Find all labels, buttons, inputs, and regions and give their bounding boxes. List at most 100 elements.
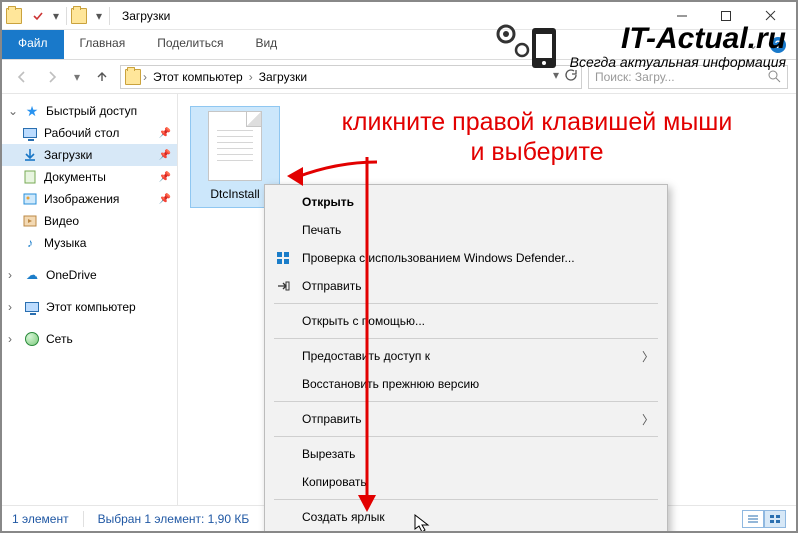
blank-icon [274, 508, 292, 526]
nav-music[interactable]: ♪ Музыка [2, 232, 177, 254]
nav-this-pc[interactable]: › Этот компьютер [2, 296, 177, 318]
cloud-icon: ☁ [24, 267, 40, 283]
ctx-copy[interactable]: Копировать [268, 468, 664, 496]
qat-dropdown-icon[interactable]: ▾ [93, 5, 105, 27]
ctx-restore-version[interactable]: Восстановить прежнюю версию [268, 370, 664, 398]
icons-view-button[interactable] [764, 510, 786, 528]
ribbon: Файл Главная Поделиться Вид ⌄ ? [2, 30, 796, 60]
nav-label: Изображения [44, 192, 119, 206]
nav-back-button[interactable] [10, 65, 34, 89]
title-bar: ▾ ▾ Загрузки [2, 2, 796, 30]
minimize-button[interactable] [660, 2, 704, 30]
file-name: DtcInstall [210, 187, 259, 201]
ribbon-tab-share[interactable]: Поделиться [141, 30, 239, 59]
ctx-send-to[interactable]: Отправить 〉 [268, 405, 664, 433]
desktop-icon [22, 125, 38, 141]
quick-access-toolbar: ▾ ▾ [6, 5, 112, 27]
ctx-open-with[interactable]: Открыть с помощью... [268, 307, 664, 335]
video-icon [22, 213, 38, 229]
nav-label: Загрузки [44, 148, 92, 162]
nav-downloads[interactable]: Загрузки 📌 [2, 144, 177, 166]
search-placeholder: Поиск: Загру... [595, 70, 768, 84]
help-icon[interactable]: ? [770, 37, 786, 53]
breadcrumb-current[interactable]: Загрузки [255, 70, 311, 84]
blank-icon [274, 221, 292, 239]
ctx-create-shortcut[interactable]: Создать ярлык [268, 503, 664, 531]
quick-access-icon: ★ [24, 103, 40, 119]
breadcrumb-root[interactable]: Этот компьютер [149, 70, 247, 84]
nav-forward-button[interactable] [40, 65, 64, 89]
chevron-right-icon[interactable]: › [8, 300, 18, 314]
downloads-icon [22, 147, 38, 163]
chevron-down-icon[interactable]: ⌄ [8, 104, 18, 118]
ctx-print[interactable]: Печать [268, 216, 664, 244]
nav-network[interactable]: › Сеть [2, 328, 177, 350]
ctx-open[interactable]: Открыть [268, 188, 664, 216]
address-bar-row: ▾ › Этот компьютер › Загрузки ▾ Поиск: З… [2, 60, 796, 94]
search-input[interactable]: Поиск: Загру... [588, 65, 788, 89]
blank-icon [274, 445, 292, 463]
nav-label: Документы [44, 170, 106, 184]
nav-label: Этот компьютер [46, 300, 136, 314]
nav-documents[interactable]: Документы 📌 [2, 166, 177, 188]
ribbon-tab-home[interactable]: Главная [64, 30, 142, 59]
separator [109, 7, 110, 25]
qat-dropdown-icon[interactable]: ▾ [50, 5, 62, 27]
ctx-defender[interactable]: Проверка с использованием Windows Defend… [268, 244, 664, 272]
separator [274, 499, 658, 500]
nav-desktop[interactable]: Рабочий стол 📌 [2, 122, 177, 144]
window-controls [660, 2, 792, 30]
pictures-icon [22, 191, 38, 207]
chevron-right-icon[interactable]: › [8, 268, 18, 282]
blank-icon [274, 410, 292, 428]
view-mode-toggle [742, 510, 786, 528]
nav-onedrive[interactable]: › ☁ OneDrive [2, 264, 177, 286]
details-view-button[interactable] [742, 510, 764, 528]
maximize-button[interactable] [704, 2, 748, 30]
nav-up-button[interactable] [90, 65, 114, 89]
refresh-icon[interactable] [563, 68, 577, 85]
blank-icon [274, 193, 292, 211]
shield-icon [274, 249, 292, 267]
separator [83, 511, 84, 527]
chevron-right-icon[interactable]: › [143, 70, 147, 84]
nav-label: Рабочий стол [44, 126, 119, 140]
location-icon [71, 8, 87, 24]
history-dropdown-icon[interactable]: ▾ [553, 68, 559, 85]
pin-icon: 📌 [159, 172, 171, 183]
ctx-cut[interactable]: Вырезать [268, 440, 664, 468]
separator [274, 436, 658, 437]
ribbon-tab-file[interactable]: Файл [2, 30, 64, 59]
downloads-icon [125, 69, 141, 85]
window-title: Загрузки [122, 9, 170, 23]
nav-label: Быстрый доступ [46, 104, 137, 118]
status-selection: Выбран 1 элемент: 1,90 КБ [98, 512, 250, 526]
nav-pictures[interactable]: Изображения 📌 [2, 188, 177, 210]
chevron-right-icon: 〉 [642, 348, 654, 365]
network-icon [24, 331, 40, 347]
status-count: 1 элемент [12, 512, 69, 526]
expand-ribbon-icon[interactable]: ⌄ [748, 38, 758, 52]
app-icon [6, 8, 22, 24]
chevron-right-icon[interactable]: › [8, 332, 18, 346]
breadcrumb-bar[interactable]: › Этот компьютер › Загрузки ▾ [120, 65, 582, 89]
music-icon: ♪ [22, 235, 38, 251]
chevron-right-icon[interactable]: › [249, 70, 253, 84]
blank-icon [274, 375, 292, 393]
close-button[interactable] [748, 2, 792, 30]
text-file-icon [208, 111, 262, 181]
pc-icon [24, 299, 40, 315]
ctx-grant-access[interactable]: Предоставить доступ к 〉 [268, 342, 664, 370]
explorer-window: ▾ ▾ Загрузки Файл Главная Поделиться Вид [0, 0, 798, 533]
blank-icon [274, 347, 292, 365]
nav-recent-dropdown[interactable]: ▾ [70, 65, 84, 89]
context-menu: Открыть Печать Проверка с использованием… [264, 184, 668, 533]
nav-video[interactable]: Видео [2, 210, 177, 232]
ctx-share[interactable]: Отправить [268, 272, 664, 300]
qat-properties-icon[interactable] [28, 5, 48, 27]
ribbon-tab-view[interactable]: Вид [239, 30, 293, 59]
nav-quick-access[interactable]: ⌄ ★ Быстрый доступ [2, 100, 177, 122]
separator [274, 338, 658, 339]
nav-label: Сеть [46, 332, 73, 346]
nav-label: Видео [44, 214, 79, 228]
